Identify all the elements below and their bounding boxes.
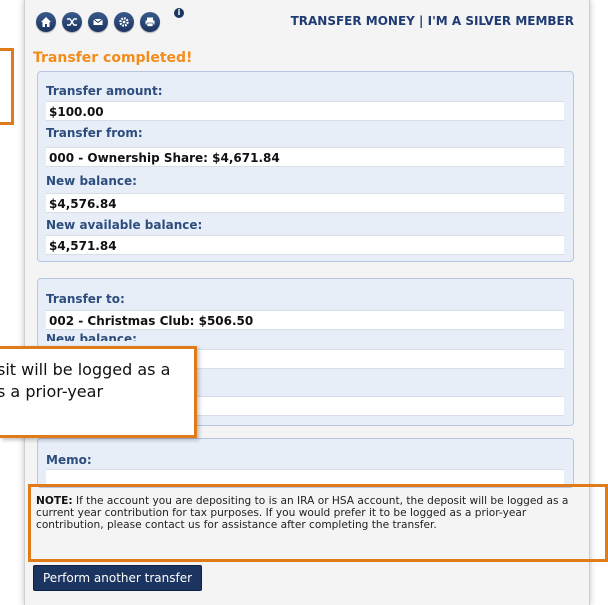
callout-line-2: s a prior-year [0, 382, 104, 401]
home-icon[interactable] [36, 12, 56, 32]
gear-icon[interactable] [114, 12, 134, 32]
perform-another-transfer-button[interactable]: Perform another transfer [33, 565, 203, 591]
mail-icon[interactable] [88, 12, 108, 32]
zoom-callout: sit will be logged as a s a prior-year [0, 346, 197, 438]
note-prefix: NOTE: [36, 495, 73, 507]
shuffle-icon[interactable] [62, 12, 82, 32]
note-text: NOTE: If the account you are depositing … [36, 495, 576, 531]
memo-section: Memo: [37, 438, 574, 488]
amount-label: Transfer amount: [46, 84, 163, 98]
memo-label: Memo: [46, 453, 92, 467]
note-body: If the account you are depositing to is … [36, 495, 569, 531]
from-value: 000 - Ownership Share: $4,671.84 [46, 147, 564, 167]
memo-value [46, 469, 564, 485]
new-available-value: $4,571.84 [46, 235, 564, 255]
to-value: 002 - Christmas Club: $506.50 [46, 310, 564, 330]
transfer-from-section: Transfer amount: $100.00 Transfer from: … [37, 71, 574, 262]
amount-value: $100.00 [46, 101, 564, 121]
new-balance-label: New balance: [46, 174, 137, 188]
info-icon[interactable]: i [174, 8, 184, 18]
new-available-label: New available balance: [46, 218, 203, 232]
top-bar: i TRANSFER MONEY | I'M A SILVER MEMBER [34, 8, 574, 36]
callout-frame-top [0, 48, 14, 125]
callout-line-1: sit will be logged as a [0, 360, 171, 379]
from-label: Transfer from: [46, 126, 143, 140]
to-label: Transfer to: [46, 292, 125, 306]
print-icon[interactable] [140, 12, 160, 32]
icon-toolbar [36, 12, 160, 32]
new-balance-value: $4,576.84 [46, 193, 564, 213]
page-title: TRANSFER MONEY | I'M A SILVER MEMBER [290, 14, 574, 28]
to-new-balance-label: New balance: [46, 332, 137, 341]
status-message: Transfer completed! [33, 50, 193, 66]
